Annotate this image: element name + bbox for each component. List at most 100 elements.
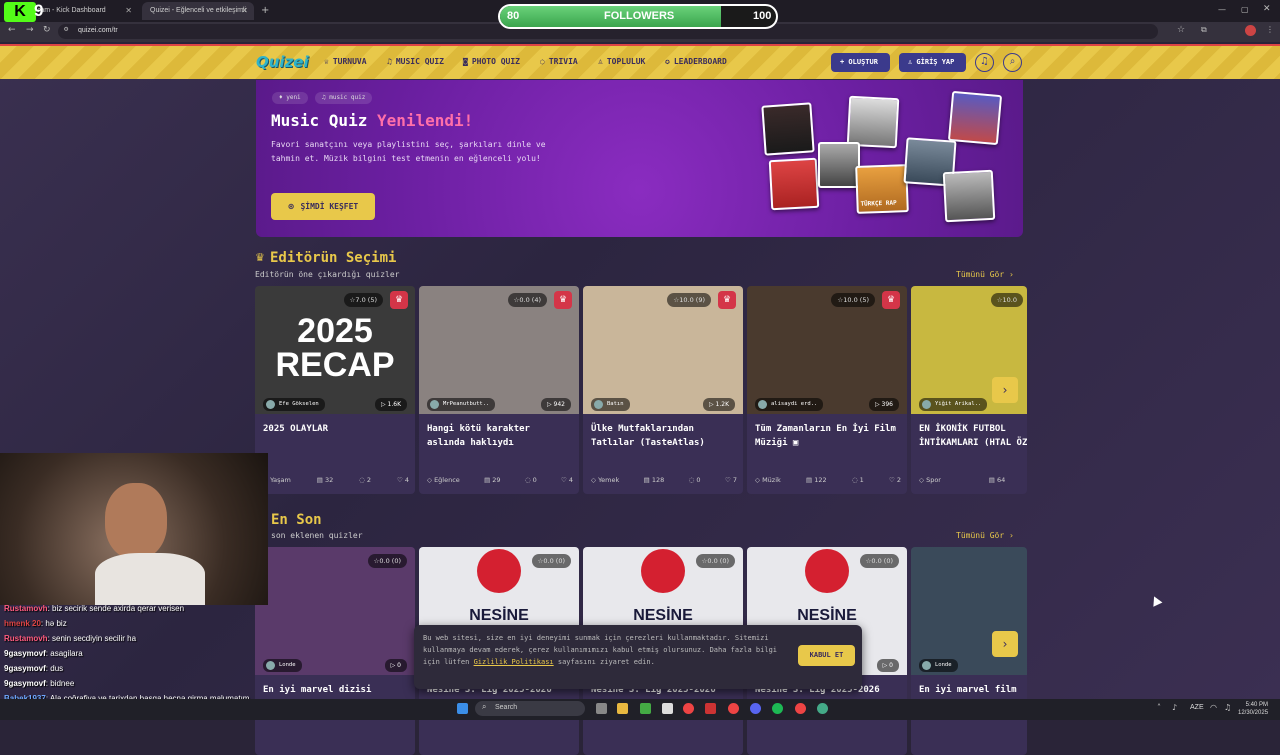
bell-icon[interactable]: ♫: [975, 53, 994, 72]
see-all-editors-link[interactable]: Tümünü Gör ›: [956, 270, 1014, 279]
chat-username[interactable]: 9gasymovf: [4, 664, 46, 673]
rating-badge: ☆0.0 (0): [367, 554, 407, 568]
task-view-icon[interactable]: [596, 703, 607, 714]
author-badge[interactable]: Batın: [591, 398, 630, 411]
author-badge[interactable]: alisaydi erd..: [755, 398, 824, 411]
close-window-icon[interactable]: ✕: [1263, 4, 1271, 14]
create-button[interactable]: + OLUŞTUR: [831, 53, 890, 72]
chat-username[interactable]: 9gasymovf: [4, 649, 46, 658]
extensions-icon[interactable]: ⧉: [1201, 25, 1207, 35]
quiz-card[interactable]: 2025 RECAP ☆7.0 (5) ♛ Efe Gökselen ▷ 1.6K 202…: [255, 286, 415, 494]
author-badge[interactable]: Londe: [919, 659, 958, 672]
wifi-icon[interactable]: ◠: [1210, 703, 1217, 712]
profile-avatar[interactable]: [1245, 25, 1256, 36]
quiz-card[interactable]: ☆10.0 (9) ♛ Batın ▷ 1.2K Ülke Mutfaklarından…: [583, 286, 743, 494]
accept-cookies-button[interactable]: KABUL ET: [798, 645, 855, 666]
tab-quizei[interactable]: Quizei - Eğlenceli ve etkileşimli ✕: [142, 2, 254, 20]
quiz-title[interactable]: Tüm Zamanların En İyi Film Müziği ▣: [755, 422, 901, 450]
discover-button[interactable]: ⊛ ŞİMDİ KEŞFET: [271, 193, 375, 220]
bookmark-star-icon[interactable]: ☆: [1177, 25, 1185, 35]
nav-trivia[interactable]: ◌ TRIVIA: [540, 57, 578, 66]
file-explorer-icon[interactable]: [617, 703, 628, 714]
nesine-logo-icon: [641, 549, 685, 593]
carousel-next-button[interactable]: ›: [992, 377, 1018, 403]
play-count: ▷ 942: [541, 398, 571, 411]
nav-music-quiz[interactable]: ♫ MUSIC QUIZ: [387, 57, 444, 66]
quiz-title[interactable]: 2025 OLAYLAR: [263, 422, 409, 436]
volume-icon[interactable]: ♫: [1224, 703, 1231, 712]
author-badge[interactable]: Efe Gökselen: [263, 398, 325, 411]
forward-icon[interactable]: →: [26, 25, 34, 35]
maximize-icon[interactable]: ▢: [1241, 5, 1249, 14]
login-button[interactable]: ♙ GİRİŞ YAP: [899, 53, 966, 72]
favorite-icon[interactable]: ♛: [718, 291, 736, 309]
chrome-icon[interactable]: [683, 703, 694, 714]
meta-questions-value: 32: [324, 476, 334, 484]
privacy-policy-link[interactable]: Gizlilik Politikası: [474, 658, 554, 666]
spotify-icon[interactable]: [772, 703, 783, 714]
chat-username[interactable]: Rustamovh: [4, 604, 48, 613]
hero-description: Favori sanatçını veya playlistini seç, ş…: [271, 140, 546, 163]
clock-time: 5:40 PM: [1245, 702, 1269, 708]
author-badge[interactable]: Londe: [263, 659, 302, 672]
search-icon[interactable]: ⌕: [1003, 53, 1022, 72]
quiz-title[interactable]: Hangi kötü karakter aslında haklıydı: [427, 422, 573, 450]
chat-username[interactable]: Rustamovh: [4, 634, 48, 643]
nav-leaderboard[interactable]: ✪ LEADERBOARD: [665, 57, 727, 66]
nav-topluluk[interactable]: ♙ TOPLULUK: [598, 57, 645, 66]
chat-username[interactable]: 9gasymovf: [4, 679, 46, 688]
questions-icon: ▤: [643, 476, 652, 484]
new-tab-icon[interactable]: +: [261, 5, 269, 16]
quiz-title[interactable]: En iyi marvel dizisi: [263, 683, 409, 697]
author-badge[interactable]: MrPeanutbutt..: [427, 398, 496, 411]
meta-comments-value: 0: [696, 476, 701, 484]
back-icon[interactable]: ←: [8, 25, 16, 35]
site-info-icon[interactable]: ⚙: [64, 25, 68, 33]
meta-questions: ▤ 122: [806, 476, 827, 484]
favorite-icon[interactable]: ♛: [882, 291, 900, 309]
mic-icon[interactable]: ♪: [1172, 703, 1177, 712]
tab-kick-dashboard[interactable]: ram - Kick Dashboard ✕: [30, 2, 138, 20]
reload-icon[interactable]: ↻: [43, 25, 51, 35]
tray-chevron-icon[interactable]: ˄: [1157, 703, 1161, 712]
windows-start-icon[interactable]: [457, 703, 468, 714]
taskbar-clock[interactable]: 5:40 PM 12/30/2025: [1238, 701, 1268, 717]
menu-kebab-icon[interactable]: ⋮: [1266, 25, 1274, 34]
chat-text: : hə biz: [40, 619, 67, 628]
author-badge[interactable]: Yiğit Arikal..: [919, 398, 988, 411]
quiz-card[interactable]: ☆0.0 (4) ♛ MrPeanutbutt.. ▷ 942 Hangi kötü k…: [419, 286, 579, 494]
minimize-icon[interactable]: —: [1218, 5, 1226, 14]
close-tab-icon[interactable]: ✕: [241, 6, 248, 15]
discord-icon[interactable]: [750, 703, 761, 714]
site-logo[interactable]: Quizei: [256, 53, 309, 71]
meta-category-value: Yemek: [598, 476, 620, 484]
favorite-icon[interactable]: ♛: [554, 291, 572, 309]
section-title-latest: En Son: [271, 512, 322, 528]
chrome-icon[interactable]: [728, 703, 739, 714]
close-tab-icon[interactable]: ✕: [125, 6, 132, 15]
nav-turnuva[interactable]: ♕ TURNUVA: [324, 57, 367, 66]
app-icon[interactable]: [705, 703, 716, 714]
questions-icon: ▤: [806, 476, 815, 484]
quiz-title[interactable]: Ülke Mutfaklarından Tatlılar (TasteAtlas…: [591, 422, 737, 450]
nav-photo-quiz[interactable]: ◙ PHOTO QUIZ: [463, 57, 520, 66]
carousel-next-button[interactable]: ›: [992, 631, 1018, 657]
app-icon[interactable]: [662, 703, 673, 714]
quiz-title[interactable]: EN İKONİK FUTBOL İNTİKAMLARI (HTAL ÖZEL): [919, 422, 1027, 450]
language-indicator[interactable]: AZE: [1190, 704, 1204, 711]
app-icon[interactable]: [817, 703, 828, 714]
hero-title-highlight: Yenilendi!: [376, 111, 474, 130]
chat-username[interactable]: hmenk 20: [4, 619, 41, 628]
favorite-icon[interactable]: ♛: [390, 291, 408, 309]
see-all-latest-link[interactable]: Tümünü Gör ›: [956, 531, 1014, 540]
taskbar-search[interactable]: Search: [475, 701, 585, 716]
quiz-title[interactable]: En iyi marvel film: [919, 683, 1027, 697]
chat-text: : bidnee: [45, 679, 75, 688]
app-icon[interactable]: [640, 703, 651, 714]
collage-photo: [942, 169, 996, 223]
quiz-card[interactable]: ☆10.0 (5) ♛ alisaydi erd.. ▷ 396 Tüm Zamanla…: [747, 286, 907, 494]
quiz-card[interactable]: ☆0.0 (0) Londe ▷ 0 En iyi marvel dizisi: [255, 547, 415, 755]
meta-comments-value: 0: [532, 476, 537, 484]
chrome-icon[interactable]: [795, 703, 806, 714]
tab-label: ram - Kick Dashboard: [38, 7, 106, 14]
